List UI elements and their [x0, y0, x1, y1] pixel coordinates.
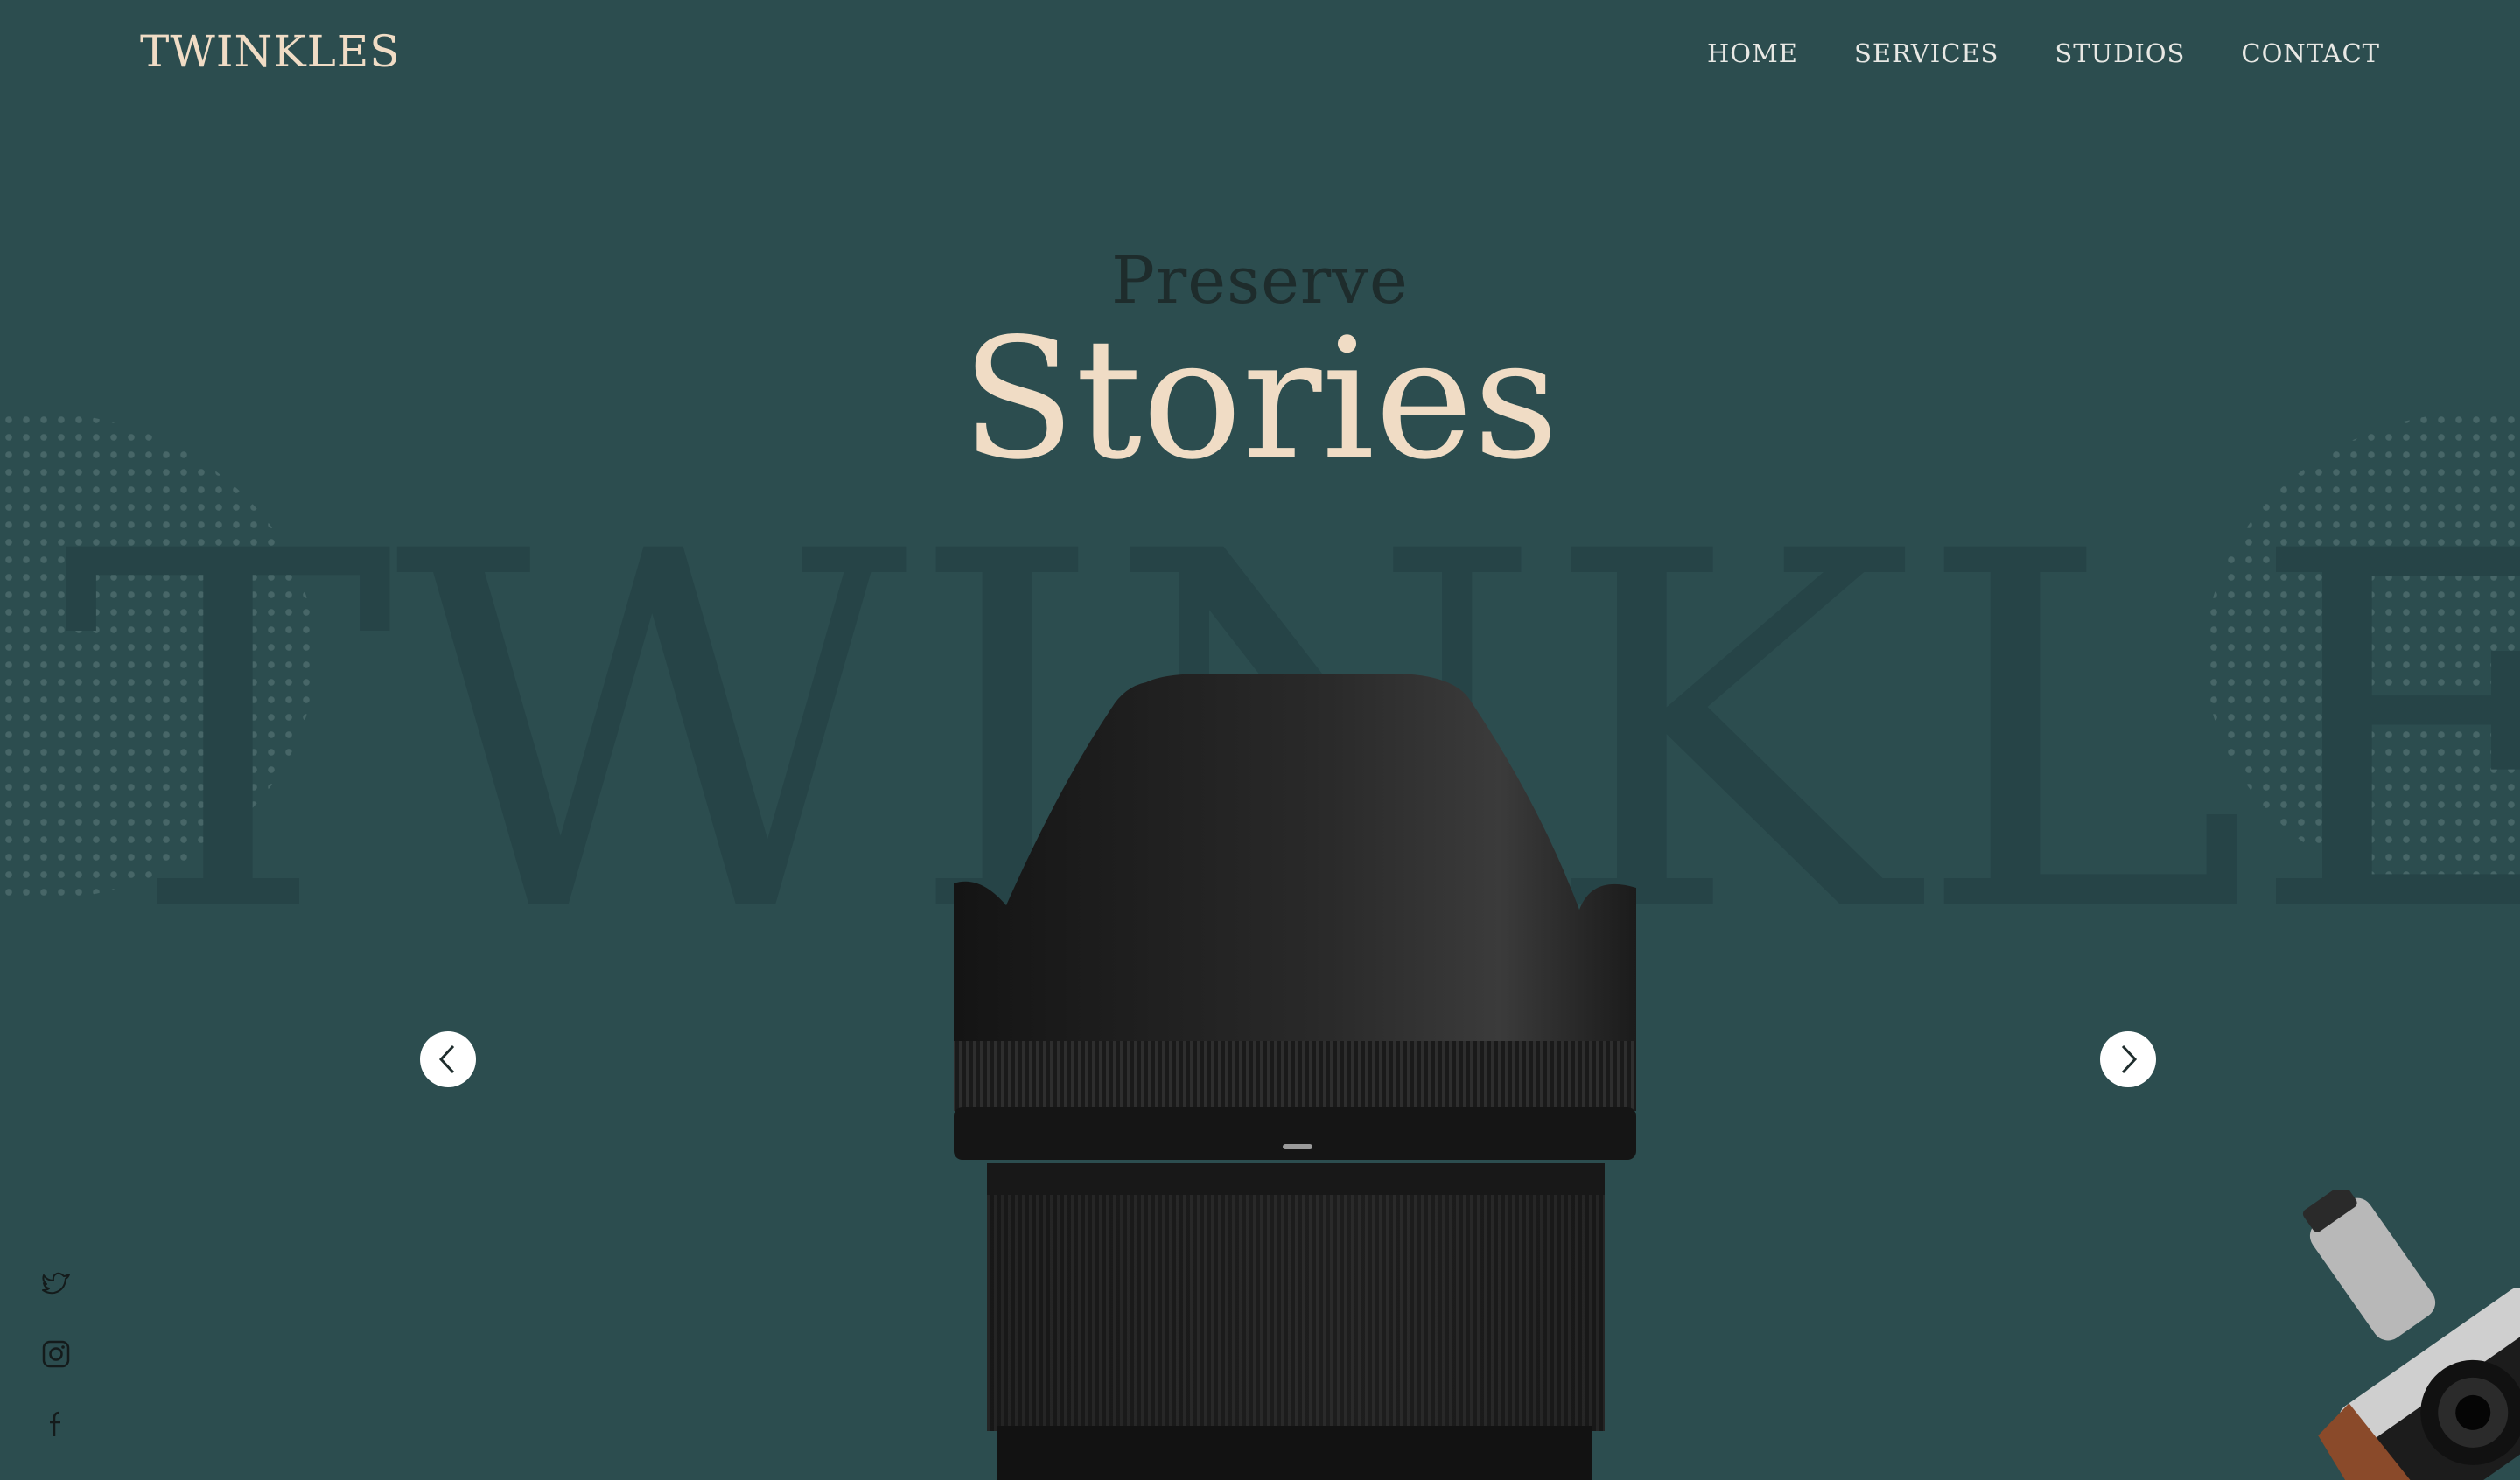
site-logo[interactable]: TWINKLES — [140, 26, 401, 77]
facebook-icon — [50, 1411, 60, 1436]
main-nav: HOME SERVICES STUDIOS CONTACT — [1707, 38, 2380, 68]
twitter-link[interactable] — [38, 1267, 74, 1302]
nav-studios[interactable]: STUDIOS — [2054, 38, 2185, 68]
nav-services[interactable]: SERVICES — [1854, 38, 1998, 68]
chevron-left-icon — [438, 1044, 455, 1074]
chevron-right-icon — [2121, 1044, 2138, 1074]
instagram-icon — [42, 1340, 70, 1368]
prev-slide-button[interactable] — [420, 1031, 476, 1087]
camera-lens-image — [954, 674, 1636, 1480]
nav-contact[interactable]: CONTACT — [2241, 38, 2380, 68]
twitter-icon — [42, 1272, 70, 1295]
next-slide-button[interactable] — [2100, 1031, 2156, 1087]
hero-title: Stories — [961, 303, 1559, 496]
vintage-camera-image — [2302, 1190, 2520, 1480]
nav-home[interactable]: HOME — [1707, 38, 1798, 68]
facebook-link[interactable] — [38, 1407, 74, 1442]
instagram-link[interactable] — [38, 1337, 74, 1372]
hero-page: TWINKLES TWINKLES HOME SERVICES STUDIOS … — [0, 0, 2520, 1480]
